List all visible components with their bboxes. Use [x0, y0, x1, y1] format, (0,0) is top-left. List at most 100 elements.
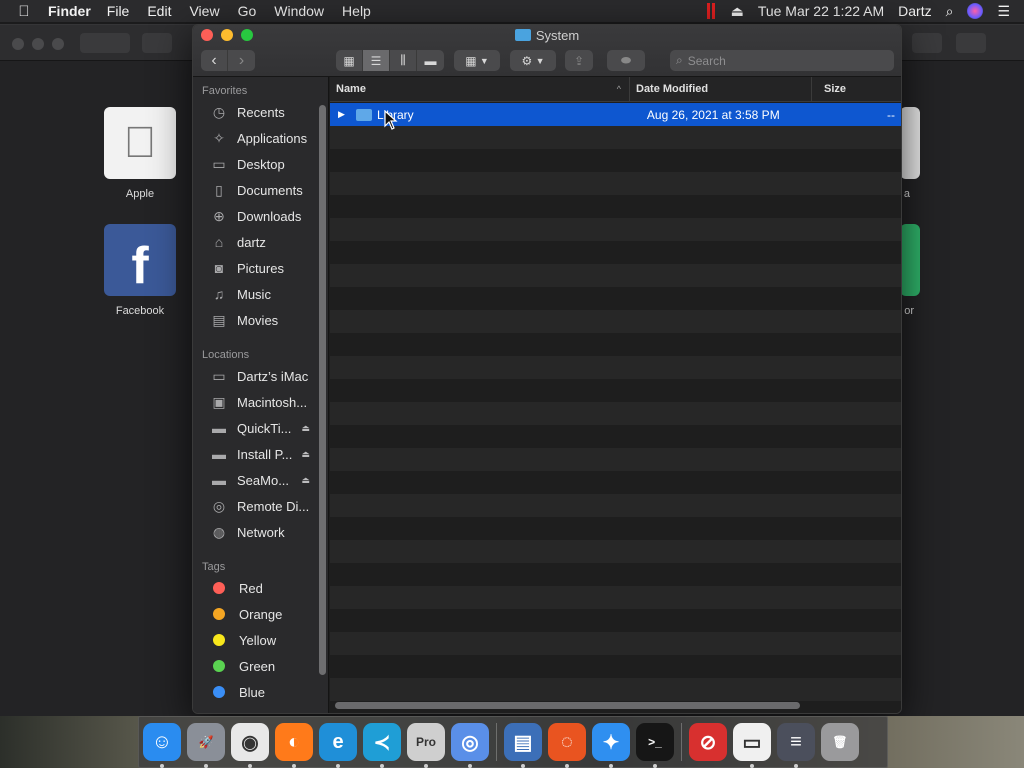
sidebar-tag-yellow[interactable]: Yellow	[193, 627, 328, 653]
bg-tabs-button[interactable]	[956, 33, 986, 53]
facebook-bookmark-tile[interactable]: f	[104, 224, 176, 296]
settings-app-icon[interactable]: ≡	[777, 723, 815, 768]
ubuntu-icon[interactable]: ◌	[548, 723, 586, 768]
menu-view[interactable]: View	[189, 3, 219, 19]
menu-edit[interactable]: Edit	[147, 3, 171, 19]
bg-back-forward-button[interactable]	[80, 33, 130, 53]
sidebar-item-downloads[interactable]: ⊕ Downloads	[193, 203, 328, 229]
sidebar-item-dartz-s-imac[interactable]: ▭ Dartz’s iMac	[193, 363, 328, 389]
sidebar-item-label: Dartz’s iMac	[237, 368, 309, 384]
table-row[interactable]: ▶ Library Aug 26, 2021 at 3:58 PM --	[330, 103, 901, 126]
sidebar-tag-orange[interactable]: Orange	[193, 601, 328, 627]
sidebar-item-applications[interactable]: ✧ Applications	[193, 125, 328, 151]
edge-icon[interactable]: e	[319, 723, 357, 768]
trash-icon[interactable]: 🗑	[821, 723, 859, 761]
spotlight-search-icon[interactable]: ⌕	[946, 3, 954, 20]
tags-button[interactable]: ⬬	[607, 50, 645, 71]
sidebar-tag-blue[interactable]: Blue	[193, 679, 328, 705]
horizontal-scrollbar[interactable]	[335, 702, 800, 709]
sidebar-item-dartz[interactable]: ⌂ dartz	[193, 229, 328, 255]
menu-file[interactable]: File	[107, 3, 130, 19]
column-name-label: Name	[336, 83, 366, 95]
partial-bookmark-tile[interactable]	[900, 107, 920, 179]
column-header-size[interactable]: Size	[812, 77, 901, 101]
control-center-icon[interactable]: ☰	[997, 3, 1010, 20]
back-button[interactable]: ‹	[201, 50, 228, 71]
sidebar-item-seamo[interactable]: ▬ SeaMo... ⏏	[193, 467, 328, 493]
safari-icon[interactable]: ✦	[592, 723, 630, 768]
menubar-clock[interactable]: Tue Mar 22 1:22 AM	[758, 3, 884, 19]
sidebar-header-tags: Tags	[202, 561, 226, 573]
siri-icon[interactable]	[967, 3, 984, 19]
bg-minimize-button[interactable]	[32, 38, 44, 50]
disclosure-triangle-icon[interactable]: ▶	[338, 109, 350, 120]
sidebar-item-label: Pictures	[237, 260, 284, 276]
forward-button[interactable]: ›	[228, 50, 255, 71]
finder-icon[interactable]: ☺	[143, 723, 181, 768]
terminal-icon[interactable]: >_	[636, 723, 674, 768]
sidebar-item-install-p[interactable]: ▬ Install P... ⏏	[193, 441, 328, 467]
running-indicator	[160, 764, 164, 768]
google-earth-pro-icon[interactable]: Pro	[407, 723, 445, 768]
chromium-icon[interactable]: ◎	[451, 723, 489, 768]
parallels-status-icon[interactable]	[706, 3, 717, 19]
eject-status-icon[interactable]: ⏏	[731, 3, 744, 20]
column-view-button[interactable]: ⫼	[390, 50, 417, 71]
apple-menu-icon[interactable]: 	[0, 3, 48, 20]
no-entry-app-icon[interactable]: ⊘	[689, 723, 727, 761]
sidebar-item-desktop[interactable]: ▭ Desktop	[193, 151, 328, 177]
dock-separator	[496, 723, 497, 761]
gallery-view-button[interactable]: ▬	[417, 50, 444, 71]
menu-help[interactable]: Help	[342, 3, 371, 19]
bg-zoom-button[interactable]	[52, 38, 64, 50]
app-menu-finder[interactable]: Finder	[48, 3, 91, 19]
menubar-user[interactable]: Dartz	[898, 3, 931, 19]
parallels-windows-icon[interactable]: ▤	[504, 723, 542, 768]
apple-bookmark-tile[interactable]: 	[104, 107, 176, 179]
sidebar-item-pictures[interactable]: ◙ Pictures	[193, 255, 328, 281]
sidebar-item-documents[interactable]: ▯ Documents	[193, 177, 328, 203]
bg-sidebar-button[interactable]	[142, 33, 172, 53]
sidebar-item-quickti[interactable]: ▬ QuickTi... ⏏	[193, 415, 328, 441]
group-by-button[interactable]: ▦ ▼	[454, 50, 500, 71]
eject-icon[interactable]: ⏏	[301, 475, 310, 486]
music-note-icon: ♫	[213, 286, 225, 302]
chrome-icon[interactable]: ◉	[231, 723, 269, 768]
menu-go[interactable]: Go	[238, 3, 257, 19]
sidebar-item-macintosh[interactable]: ▣ Macintosh...	[193, 389, 328, 415]
firefox-icon[interactable]: ◐	[275, 723, 313, 768]
menu-window[interactable]: Window	[274, 3, 324, 19]
sidebar-tag-red[interactable]: Red	[193, 575, 328, 601]
partial-bookmark-tile-2[interactable]	[900, 224, 920, 296]
column-header-name[interactable]: Name ^	[330, 77, 630, 101]
column-size-label: Size	[824, 83, 847, 95]
list-view-button[interactable]: ☰	[363, 50, 390, 71]
tag-color-dot	[213, 660, 225, 672]
finder-toolbar: System ‹ › ▦ ☰ ⫼ ▬ ▦ ▼ ⚙ ▼ ⇪ ⬬ ⌕	[193, 25, 901, 77]
sidebar-tag-green[interactable]: Green	[193, 653, 328, 679]
sidebar-item-music[interactable]: ♫ Music	[193, 281, 328, 307]
sidebar-item-movies[interactable]: ▤ Movies	[193, 307, 328, 333]
mouse-cursor-icon	[384, 110, 398, 130]
share-button[interactable]: ⇪	[565, 50, 593, 71]
column-header-date-modified[interactable]: Date Modified	[630, 77, 812, 101]
bg-close-button[interactable]	[12, 38, 24, 50]
search-input[interactable]	[687, 53, 868, 68]
grid-icon: ▦	[465, 53, 477, 68]
sidebar-item-recents[interactable]: ◷ Recents	[193, 99, 328, 125]
sidebar-item-remote-di[interactable]: ◎ Remote Di...	[193, 493, 328, 519]
sidebar-item-label: Movies	[237, 312, 279, 328]
apple-bookmark-label: Apple	[125, 188, 155, 200]
eject-icon[interactable]: ⏏	[301, 423, 310, 434]
search-field[interactable]: ⌕	[670, 50, 894, 71]
bg-share-button[interactable]	[912, 33, 942, 53]
hard-drive-icon: ▣	[212, 393, 226, 410]
sidebar-scrollbar[interactable]	[319, 105, 326, 675]
preview-icon[interactable]: ▭	[733, 723, 771, 768]
eject-icon[interactable]: ⏏	[301, 449, 310, 460]
icon-view-button[interactable]: ▦	[336, 50, 363, 71]
launchpad-icon[interactable]: 🚀	[187, 723, 225, 768]
action-button[interactable]: ⚙ ▼	[510, 50, 556, 71]
vscode-icon[interactable]: ≺	[363, 723, 401, 768]
sidebar-item-network[interactable]: ◍ Network	[193, 519, 328, 545]
